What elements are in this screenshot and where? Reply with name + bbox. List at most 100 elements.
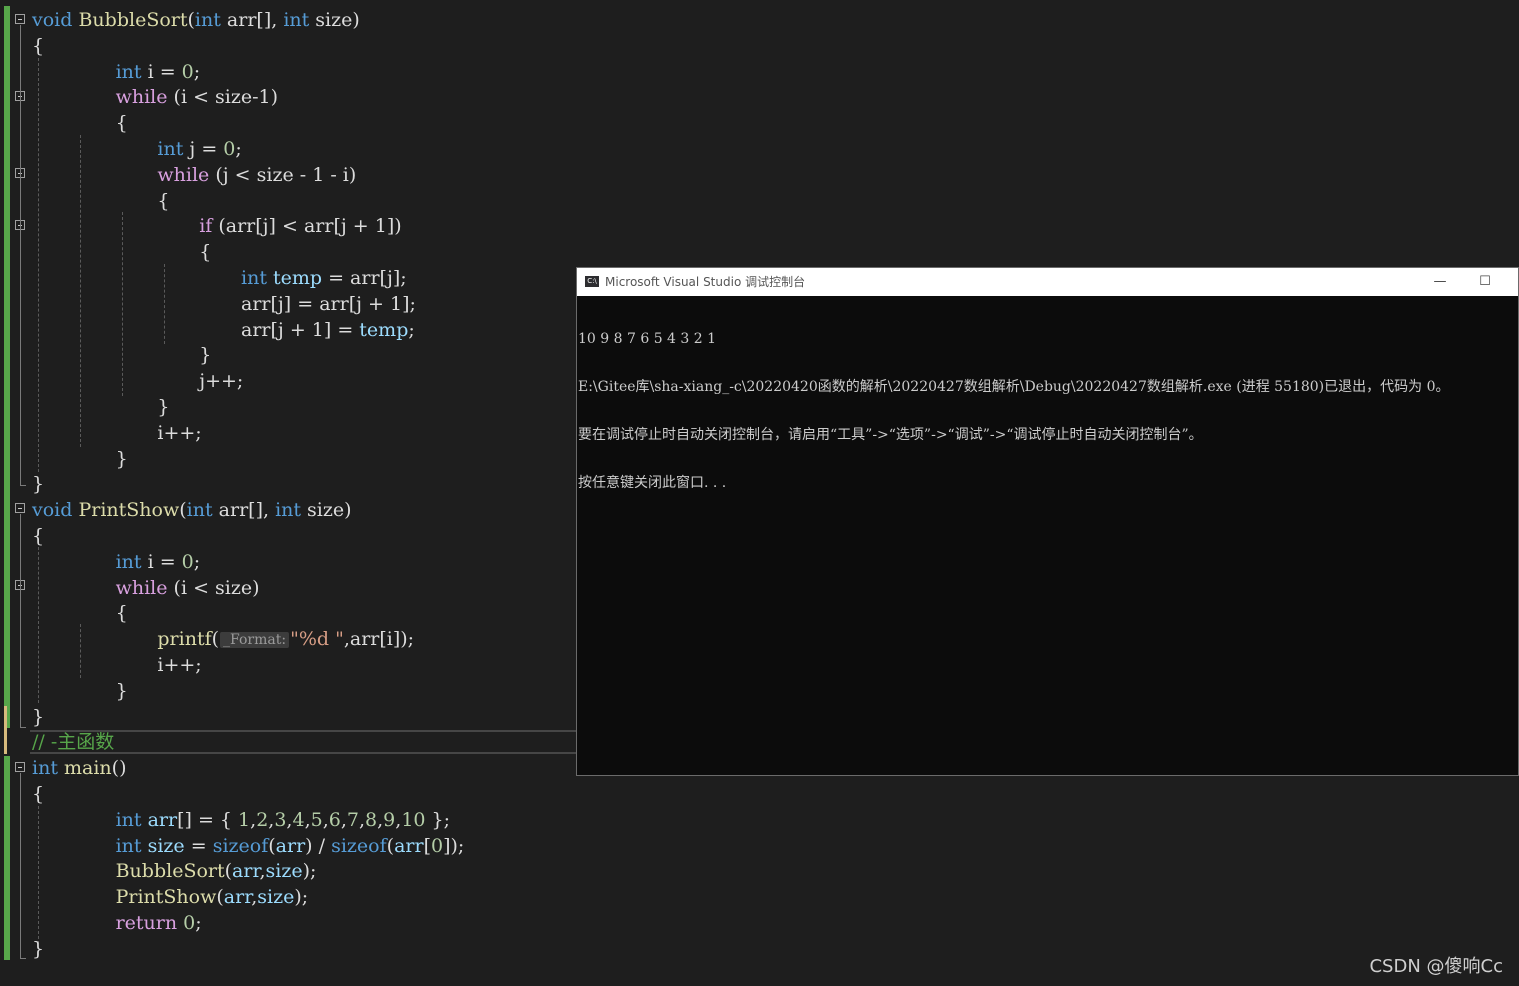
code-token: 5 <box>310 808 323 831</box>
code-line[interactable]: int i = 0; <box>116 59 201 85</box>
code-token: ( <box>386 834 395 857</box>
code-line[interactable]: // -主函数 <box>32 729 114 755</box>
code-line[interactable]: { <box>157 188 169 214</box>
collapse-printshow-icon[interactable] <box>15 503 25 513</box>
indent-guide <box>80 624 81 678</box>
code-line[interactable]: return 0; <box>116 910 202 936</box>
code-token: { <box>115 112 128 135</box>
code-token: 8 <box>365 808 378 831</box>
code-line[interactable]: } <box>199 342 211 368</box>
code-line[interactable]: int main() <box>32 755 127 781</box>
code-line[interactable]: printf(_Format: "%d ",arr[i]); <box>157 626 414 652</box>
code-token: 10 <box>401 808 426 831</box>
code-token: 4 <box>292 808 305 831</box>
code-token: int <box>115 834 142 857</box>
code-line[interactable]: PrintShow(arr,size); <box>116 884 309 910</box>
code-token: while <box>115 86 168 109</box>
code-token: { <box>157 189 170 212</box>
code-line[interactable]: } <box>32 471 44 497</box>
collapse-bubblesort-icon[interactable] <box>15 14 25 24</box>
code-token: } <box>157 396 170 418</box>
code-line[interactable]: { <box>32 33 44 59</box>
code-line[interactable]: int i = 0; <box>116 549 201 575</box>
code-line[interactable]: i++; <box>157 652 201 678</box>
code-token: BubbleSort <box>78 9 188 31</box>
code-line[interactable]: i++; <box>157 420 201 446</box>
maximize-button[interactable]: ☐ <box>1462 268 1508 296</box>
code-line[interactable]: int arr[] = { 1,2,3,4,5,6,7,8,9,10 }; <box>116 807 450 833</box>
console-output[interactable]: 10 9 8 7 6 5 4 3 2 1 E:\Gitee库\sha-xiang… <box>578 299 1516 773</box>
code-line[interactable]: while (j < size - 1 - i) <box>157 162 356 188</box>
change-indicator-unsaved <box>4 706 7 754</box>
indent-guide <box>80 135 81 447</box>
code-line[interactable]: { <box>116 110 128 136</box>
code-line[interactable]: { <box>32 781 44 807</box>
code-token: ; <box>193 60 201 83</box>
code-line[interactable]: { <box>199 239 211 265</box>
code-token: ,arr[i]); <box>343 628 415 651</box>
code-line[interactable]: } <box>32 936 44 962</box>
code-line[interactable]: BubbleSort(arr,size); <box>116 858 317 884</box>
console-titlebar[interactable]: C:\ Microsoft Visual Studio 调试控制台 — ☐ <box>577 268 1518 296</box>
code-line[interactable]: while (i < size) <box>116 575 260 601</box>
code-token: ; <box>195 912 202 934</box>
code-line[interactable]: int temp = arr[j]; <box>241 265 407 291</box>
code-line[interactable]: { <box>32 523 44 549</box>
code-line[interactable]: } <box>116 678 128 704</box>
indent-guide <box>122 212 123 396</box>
code-token: ( <box>211 628 220 651</box>
code-line[interactable]: while (i < size-1) <box>116 84 278 110</box>
code-token: void <box>32 499 73 522</box>
code-token: () <box>111 757 127 780</box>
code-token: printf <box>157 628 212 651</box>
code-token: size <box>147 834 185 857</box>
code-line[interactable]: void PrintShow(int arr[], int size) <box>32 497 352 523</box>
code-token: 0 <box>430 834 444 857</box>
code-token: main <box>64 757 112 780</box>
collapse-main-icon[interactable] <box>15 762 25 772</box>
code-token: ( <box>216 886 224 909</box>
code-token: int <box>32 757 58 780</box>
code-token: ( <box>179 499 187 522</box>
code-line[interactable]: arr[j] = arr[j + 1]; <box>241 291 416 317</box>
code-token: size <box>257 886 295 909</box>
code-token: 0 <box>183 912 196 934</box>
code-line[interactable]: if (arr[j] < arr[j + 1]) <box>199 213 401 239</box>
code-token: "%d " <box>290 628 344 651</box>
code-token: ) / <box>305 834 332 857</box>
code-token: (i < size) <box>167 576 260 599</box>
minimize-button[interactable]: — <box>1417 268 1463 296</box>
change-indicator-saved <box>4 756 10 960</box>
code-token: int <box>157 138 184 160</box>
code-token: } <box>115 679 128 702</box>
code-token: ( <box>268 834 276 857</box>
code-token: arr[j] = arr[j + 1]; <box>241 292 416 315</box>
indent-guide <box>38 806 39 944</box>
code-line[interactable]: void BubbleSort(int arr[], int size) <box>32 7 360 33</box>
code-token: [] = { <box>177 808 239 831</box>
code-line[interactable]: int size = sizeof(arr) / sizeof(arr[0]); <box>116 833 465 859</box>
code-token: 0 <box>181 60 194 83</box>
code-line[interactable]: arr[j + 1] = temp; <box>241 317 415 343</box>
debug-console-window[interactable]: C:\ Microsoft Visual Studio 调试控制台 — ☐ 10… <box>576 267 1519 776</box>
fold-end <box>20 958 26 959</box>
code-token: 0 <box>181 550 194 573</box>
code-token: { <box>32 783 45 805</box>
code-line[interactable]: } <box>32 704 44 730</box>
code-token: (j < size - 1 - i) <box>209 163 357 186</box>
code-line[interactable]: } <box>116 446 128 472</box>
code-token: 3 <box>274 808 287 831</box>
code-token: { <box>32 525 45 547</box>
code-token: int <box>283 9 310 31</box>
code-token: j++; <box>199 370 244 393</box>
code-line[interactable]: } <box>157 394 169 420</box>
code-token: } <box>32 705 45 728</box>
code-token: = arr[j]; <box>322 267 407 289</box>
code-token: temp <box>273 267 323 289</box>
code-line[interactable]: { <box>116 600 128 626</box>
code-token: return <box>115 912 178 934</box>
code-line[interactable]: j++; <box>199 368 243 394</box>
code-line[interactable]: int j = 0; <box>157 136 241 162</box>
code-token: (i < size-1) <box>167 86 279 109</box>
code-token: sizeof <box>212 834 269 857</box>
